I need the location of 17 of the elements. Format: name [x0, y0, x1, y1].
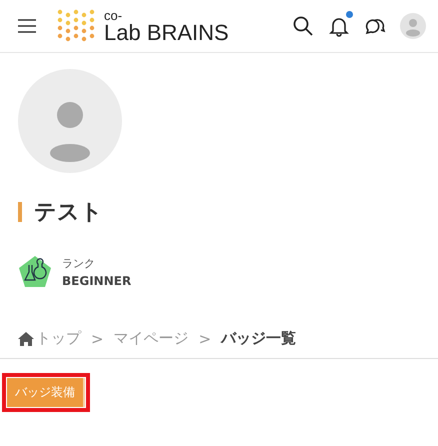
breadcrumb-separator: > [91, 330, 104, 348]
equip-badge-button[interactable]: バッジ装備 [7, 378, 85, 407]
search-icon[interactable] [292, 15, 314, 37]
rank-label: ランク [62, 256, 96, 271]
breadcrumb-link[interactable]: マイページ [114, 329, 189, 348]
logo-text: co- [104, 9, 124, 22]
rank-badge-icon [18, 255, 52, 289]
rank-value: BEGINNER [62, 274, 132, 288]
bell-icon[interactable] [328, 15, 350, 37]
profile-name: テスト [34, 199, 103, 227]
logo-text: Lab BRAINS [104, 22, 229, 44]
menu-icon[interactable] [18, 19, 36, 33]
breadcrumb-link[interactable]: トップ [36, 329, 81, 348]
breadcrumb-current: バッジ一覧 [221, 329, 296, 348]
breadcrumb-separator: > [198, 330, 212, 348]
avatar-icon [18, 69, 122, 173]
home-icon [18, 332, 34, 346]
